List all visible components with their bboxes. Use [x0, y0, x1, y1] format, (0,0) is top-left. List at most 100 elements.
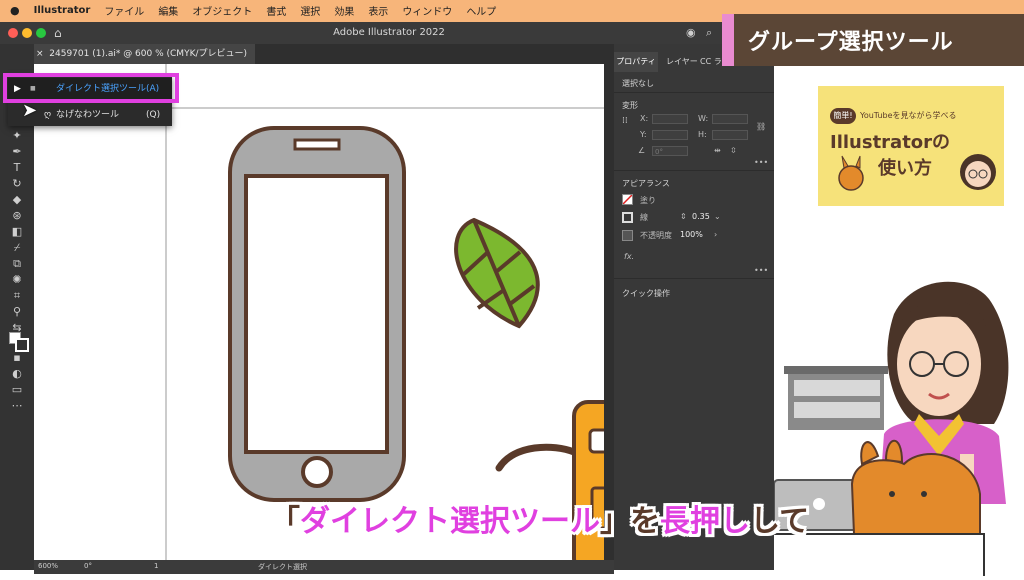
- chevron-down-icon[interactable]: ⌄: [714, 212, 721, 221]
- window-titlebar: ⌂ Adobe Illustrator 2022 ◉ ⌕: [0, 22, 778, 44]
- zoom-tool-icon[interactable]: ⚲: [10, 306, 24, 318]
- h-field[interactable]: [712, 130, 748, 140]
- cursor-icon: ➤: [22, 100, 38, 121]
- flip-vertical-icon[interactable]: ⇳: [730, 146, 737, 155]
- more-options-icon[interactable]: •••: [754, 266, 768, 275]
- draw-mode-icon[interactable]: ◐: [10, 368, 24, 380]
- tab-layers[interactable]: レイヤー: [666, 56, 698, 67]
- none-slash-icon: [622, 194, 633, 205]
- w-label: W:: [698, 114, 709, 123]
- angle-field[interactable]: 0°: [652, 146, 688, 156]
- caption-emphasis: 長押し: [660, 504, 750, 539]
- rotate-tool-icon[interactable]: ↻: [10, 178, 24, 190]
- reference-point-icon[interactable]: ⁞⁞: [622, 116, 628, 126]
- window-title: Adobe Illustrator 2022: [333, 27, 445, 38]
- subtitle-caption: 「ダイレクト選択ツール」を長押しして: [270, 496, 809, 540]
- close-tab-icon[interactable]: ×: [36, 49, 49, 59]
- stroke-width-value[interactable]: 0.35: [692, 212, 710, 221]
- transform-title: 変形: [622, 101, 638, 110]
- opacity-label: 不透明度: [640, 231, 672, 240]
- menu-edit[interactable]: 編集: [158, 3, 178, 18]
- quick-actions-title: クイック操作: [622, 289, 670, 298]
- type-tool-icon[interactable]: T: [10, 162, 24, 174]
- opacity-value[interactable]: 100%: [680, 230, 703, 239]
- chevron-right-icon[interactable]: ›: [714, 230, 717, 239]
- screen-mode-icon[interactable]: ▭: [10, 384, 24, 396]
- more-options-icon[interactable]: •••: [754, 158, 768, 167]
- menu-view[interactable]: 表示: [368, 3, 388, 18]
- constrain-proportions-icon[interactable]: ⛓: [756, 122, 766, 131]
- flip-horizontal-icon[interactable]: ⇹: [714, 146, 721, 155]
- stroke-swatch-icon[interactable]: [15, 338, 29, 352]
- document-tab-bar: × 2459701 (1).ai* @ 600 % (CMYK/プレビュー): [0, 44, 614, 64]
- y-field[interactable]: [652, 130, 688, 140]
- menu-help[interactable]: ヘルプ: [466, 3, 496, 18]
- tab-properties[interactable]: プロパティ: [614, 52, 658, 72]
- divider: [614, 92, 774, 93]
- logo-line1: YouTubeを見ながら学べる: [860, 111, 957, 120]
- menu-effect[interactable]: 効果: [334, 3, 354, 18]
- angle-icon: ∠: [638, 146, 646, 155]
- symbol-sprayer-icon[interactable]: ✺: [10, 274, 24, 286]
- leaf-illustration: [454, 217, 540, 329]
- user-icon[interactable]: ◉: [686, 26, 696, 39]
- banner-title: グループ選択ツール: [748, 30, 954, 55]
- caption-close: 」を: [600, 504, 660, 539]
- caption-highlight: ダイレクト選択ツール: [300, 504, 600, 539]
- channel-logo: 簡単! YouTubeを見ながら学べる Illustratorの 使い方: [818, 86, 1004, 206]
- logo-presenter-icon: [960, 154, 996, 190]
- vertical-scrollbar[interactable]: [604, 64, 614, 560]
- selection-status: 選択なし: [622, 79, 654, 88]
- title-banner: グループ選択ツール: [722, 14, 1024, 66]
- caption-rest: して: [750, 504, 810, 539]
- flyout-item-shortcut: (Q): [146, 110, 161, 120]
- menu-object[interactable]: オブジェクト: [192, 3, 252, 18]
- flyout-item-label: なげなわツール: [56, 110, 120, 120]
- document-tab-label: 2459701 (1).ai* @ 600 % (CMYK/プレビュー): [49, 49, 248, 59]
- shape-builder-icon[interactable]: ◧: [10, 226, 24, 238]
- artboard-number[interactable]: 1: [154, 562, 158, 570]
- caption-open: 「: [270, 504, 300, 539]
- x-field[interactable]: [652, 114, 688, 124]
- eyedropper-icon[interactable]: ⌿: [10, 242, 24, 254]
- menu-type[interactable]: 書式: [266, 3, 286, 18]
- divider: [614, 170, 774, 171]
- logo-line2: Illustratorの: [830, 132, 951, 153]
- stroke-stepper-icon[interactable]: ⇕: [680, 212, 687, 221]
- x-label: X:: [640, 114, 649, 123]
- rotation-value[interactable]: 0°: [84, 562, 92, 570]
- artboard-canvas[interactable]: [34, 64, 614, 560]
- menu-app[interactable]: Illustrator: [34, 5, 91, 16]
- pen-tool-icon[interactable]: ✒: [10, 146, 24, 158]
- menu-select[interactable]: 選択: [300, 3, 320, 18]
- magic-wand-icon[interactable]: ✦: [10, 130, 24, 142]
- w-field[interactable]: [712, 114, 748, 124]
- banner-accent: [722, 14, 734, 66]
- current-tool[interactable]: ダイレクト選択: [258, 562, 307, 572]
- logo-line3: 使い方: [878, 158, 932, 179]
- lasso-icon: ღ: [44, 110, 52, 120]
- divider: [614, 278, 774, 279]
- warp-tool-icon[interactable]: ⊛: [10, 210, 24, 222]
- stroke-swatch[interactable]: [622, 212, 633, 223]
- highlight-frame: [3, 73, 179, 103]
- effects-icon[interactable]: fx.: [624, 252, 634, 261]
- logo-mascot-icon: [838, 155, 864, 191]
- more-tools-icon[interactable]: ⋯: [10, 400, 24, 412]
- y-label: Y:: [640, 130, 647, 139]
- zoom-level[interactable]: 600%: [38, 562, 58, 570]
- appearance-title: アピアランス: [622, 179, 670, 188]
- artboard-tool-icon[interactable]: ⌗: [10, 290, 24, 302]
- color-mode-icon[interactable]: ▪: [10, 352, 24, 364]
- document-tab[interactable]: × 2459701 (1).ai* @ 600 % (CMYK/プレビュー): [28, 44, 256, 64]
- eraser-tool-icon[interactable]: ◆: [10, 194, 24, 206]
- logo-badge: 簡単!: [830, 108, 856, 124]
- menu-file[interactable]: ファイル: [104, 3, 144, 18]
- fill-none-swatch[interactable]: [622, 194, 633, 205]
- fill-label: 塗り: [640, 196, 656, 205]
- search-icon[interactable]: ⌕: [706, 26, 712, 40]
- menu-window[interactable]: ウィンドウ: [402, 3, 452, 18]
- blend-tool-icon[interactable]: ⧉: [10, 258, 24, 270]
- h-label: H:: [698, 130, 707, 139]
- apple-icon[interactable]: ●: [10, 4, 20, 17]
